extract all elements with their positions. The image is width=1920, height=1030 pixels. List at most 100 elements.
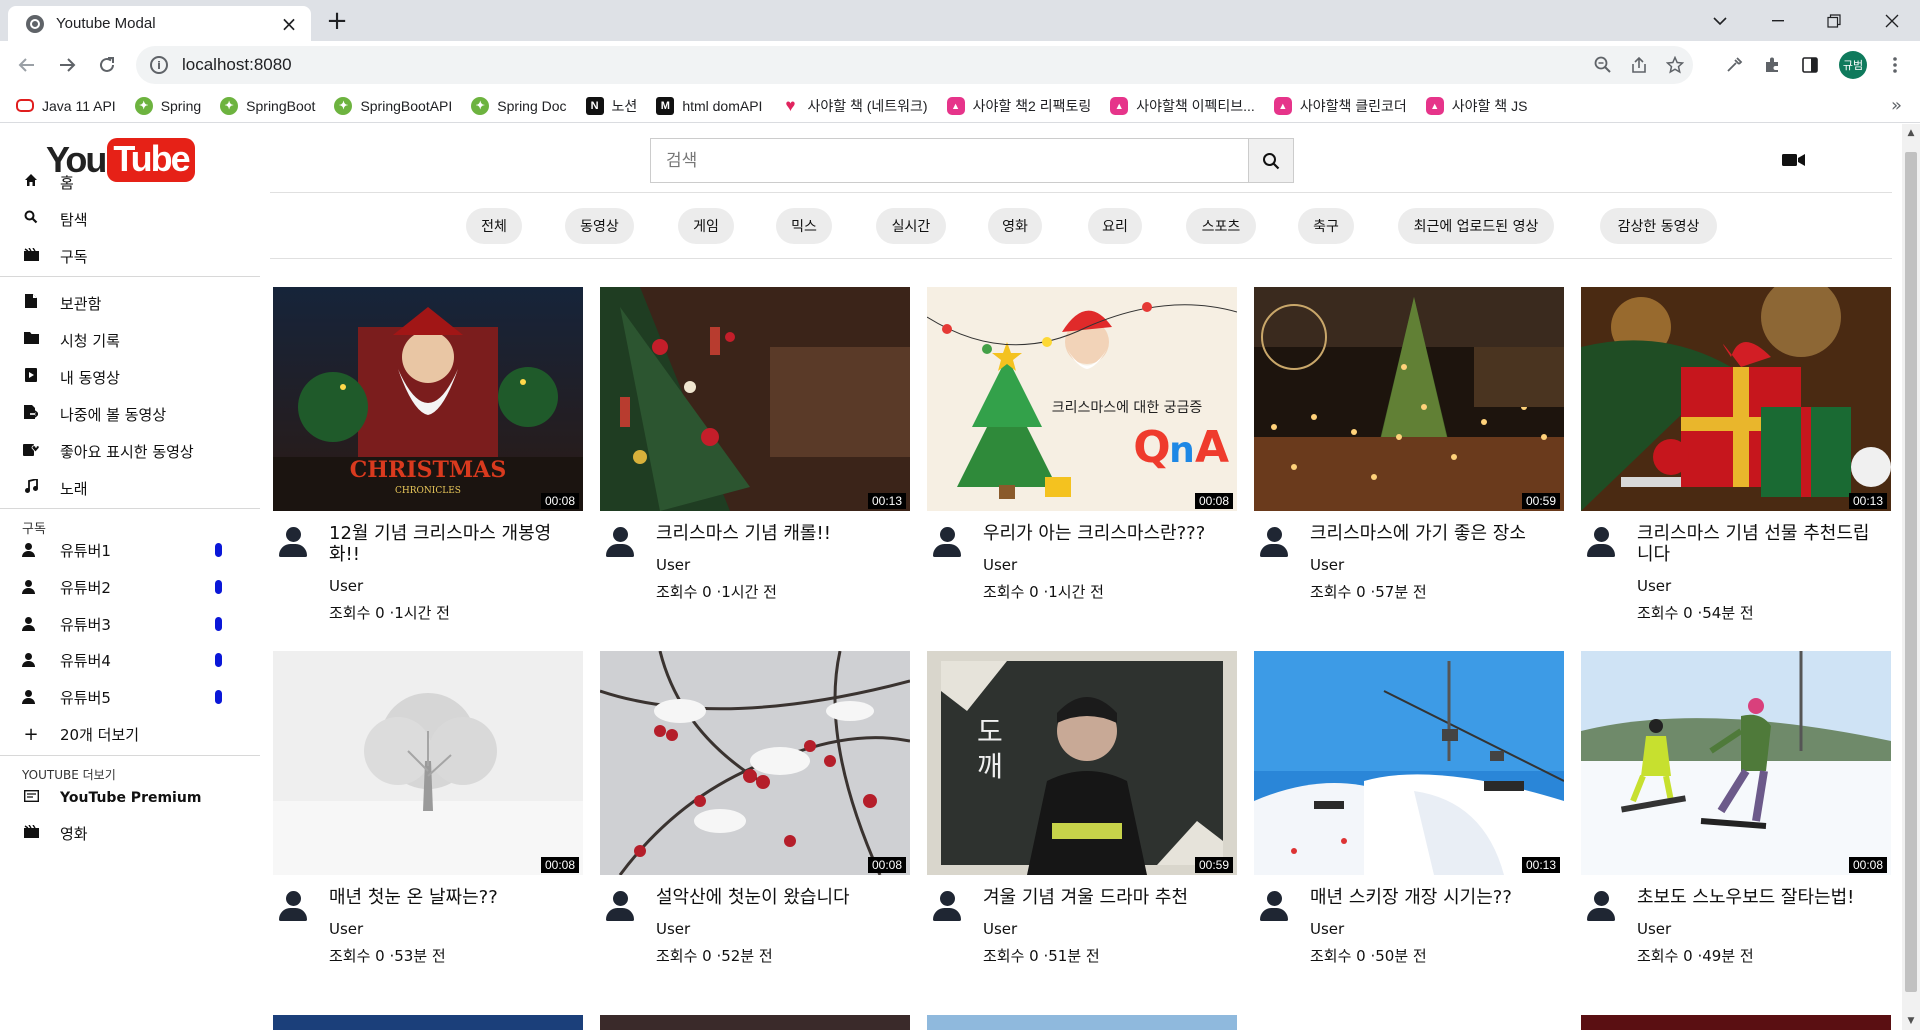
video-card[interactable]: 00:08 매년 첫눈 온 날짜는?? User 조회수 0 ·53분 전 bbox=[273, 651, 583, 966]
video-card[interactable]: 00:08 설악산에 첫눈이 왔습니다 User 조회수 0 ·52분 전 bbox=[600, 651, 910, 966]
bookmark-item[interactable]: Mhtml domAPI bbox=[656, 96, 762, 115]
channel-avatar-icon[interactable] bbox=[932, 527, 962, 559]
bookmark-item[interactable]: ▲ 사야할 책2 리팩토링 bbox=[946, 96, 1091, 116]
scroll-up-arrow-icon[interactable]: ▲ bbox=[1902, 124, 1920, 142]
video-card[interactable]: 크리스마스에 대한 궁금증 Qn A 00:08 우리가 아는 크리스마스란??? Use… bbox=[927, 287, 1237, 602]
bookmark-item[interactable]: ✦ Spring Doc bbox=[471, 96, 567, 115]
category-chip[interactable]: 요리 bbox=[1088, 208, 1142, 244]
video-thumbnail[interactable]: 도 깨 00:59 bbox=[927, 651, 1237, 875]
address-bar[interactable]: i localhost:8080 bbox=[136, 46, 1693, 84]
sidebar-item[interactable]: 영화 bbox=[0, 811, 262, 855]
channel-avatar-icon[interactable] bbox=[1259, 891, 1289, 923]
channel-avatar-icon[interactable] bbox=[605, 527, 635, 559]
channel-avatar-icon[interactable] bbox=[278, 891, 308, 923]
bookmark-item[interactable]: ▲ 사야할 책 JS bbox=[1425, 96, 1527, 116]
category-chip[interactable]: 동영상 bbox=[565, 208, 634, 244]
video-thumbnail-partial[interactable] bbox=[273, 1015, 583, 1030]
side-panel-icon[interactable] bbox=[1791, 46, 1829, 84]
channel-avatar-icon[interactable] bbox=[1586, 527, 1616, 559]
video-thumbnail-partial[interactable] bbox=[1254, 1015, 1564, 1030]
zoom-icon[interactable] bbox=[1585, 47, 1621, 83]
category-chip[interactable]: 축구 bbox=[1298, 208, 1354, 244]
channel-avatar-icon[interactable] bbox=[932, 891, 962, 923]
eyedropper-extension-icon[interactable] bbox=[1715, 46, 1753, 84]
category-chip[interactable]: 감상한 동영상 bbox=[1600, 208, 1717, 244]
bookmark-star-icon[interactable] bbox=[1657, 47, 1693, 83]
share-icon[interactable] bbox=[1621, 47, 1657, 83]
browser-tab[interactable]: Youtube Modal × bbox=[8, 6, 311, 41]
category-chip[interactable]: 실시간 bbox=[876, 208, 946, 244]
search-input[interactable] bbox=[650, 138, 1249, 183]
video-thumbnail[interactable]: 00:13 bbox=[1581, 287, 1891, 511]
channel-avatar-icon[interactable] bbox=[605, 891, 635, 923]
channel-avatar-icon[interactable] bbox=[1586, 891, 1616, 923]
more-bookmarks-icon[interactable]: » bbox=[1891, 95, 1902, 116]
bookmark-item[interactable]: ✦ Spring bbox=[134, 96, 201, 115]
site-info-icon[interactable]: i bbox=[150, 56, 168, 74]
video-thumbnail[interactable]: 00:08 bbox=[273, 651, 583, 875]
channel-name[interactable]: User bbox=[329, 577, 583, 595]
channel-name[interactable]: User bbox=[329, 920, 583, 938]
video-title[interactable]: 크리스마스에 가기 좋은 장소 bbox=[1310, 523, 1550, 544]
video-thumbnail-partial[interactable] bbox=[927, 1015, 1237, 1030]
channel-avatar-icon[interactable] bbox=[278, 527, 308, 559]
video-card[interactable]: 00:13 크리스마스 기념 선물 추천드립니다 User 조회수 0 ·54분 전 bbox=[1581, 287, 1891, 623]
browser-menu-icon[interactable] bbox=[1876, 46, 1914, 84]
video-card[interactable]: CHRISTMAS CHRONICLES 00:08 12월 기념 크리스마스 개봉영… bbox=[273, 287, 583, 623]
scroll-down-arrow-icon[interactable]: ▼ bbox=[1902, 1012, 1920, 1030]
channel-name[interactable]: User bbox=[1310, 556, 1564, 574]
bookmark-item[interactable]: Java 11 API bbox=[16, 98, 116, 114]
video-title[interactable]: 겨울 기념 겨울 드라마 추천 bbox=[983, 887, 1223, 908]
restore-button[interactable] bbox=[1806, 0, 1862, 41]
video-thumbnail[interactable]: 00:08 bbox=[1581, 651, 1891, 875]
new-tab-button[interactable]: + bbox=[320, 6, 354, 36]
video-title[interactable]: 크리스마스 기념 캐롤!! bbox=[656, 523, 896, 544]
sidebar-item[interactable]: 구독 bbox=[0, 234, 262, 278]
show-more-button[interactable]: +20개 더보기 bbox=[0, 712, 262, 756]
video-title[interactable]: 설악산에 첫눈이 왔습니다 bbox=[656, 887, 896, 908]
video-title[interactable]: 초보도 스노우보드 잘타는법! bbox=[1637, 887, 1877, 908]
reload-button[interactable] bbox=[91, 49, 123, 81]
scroll-thumb[interactable] bbox=[1905, 152, 1917, 992]
channel-name[interactable]: User bbox=[983, 920, 1237, 938]
close-window-button[interactable] bbox=[1864, 0, 1920, 41]
page-scrollbar[interactable]: ▲ ▼ bbox=[1902, 124, 1920, 1030]
channel-name[interactable]: User bbox=[983, 556, 1237, 574]
bookmark-item[interactable]: ▲ 사야할책 클린코더 bbox=[1273, 96, 1407, 116]
channel-name[interactable]: User bbox=[656, 920, 910, 938]
bookmark-item[interactable]: ✦ SpringBoot bbox=[220, 96, 315, 115]
category-chip[interactable]: 스포츠 bbox=[1186, 208, 1256, 244]
extensions-icon[interactable] bbox=[1753, 46, 1791, 84]
close-tab-icon[interactable]: × bbox=[277, 12, 301, 36]
channel-name[interactable]: User bbox=[1637, 577, 1891, 595]
channel-name[interactable]: User bbox=[1637, 920, 1891, 938]
video-thumbnail[interactable]: CHRISTMAS CHRONICLES 00:08 bbox=[273, 287, 583, 511]
url-text[interactable]: localhost:8080 bbox=[182, 55, 1585, 75]
profile-avatar[interactable]: 규범 bbox=[1834, 46, 1872, 84]
video-thumbnail[interactable]: 00:59 bbox=[1254, 287, 1564, 511]
video-thumbnail-partial[interactable] bbox=[1581, 1015, 1891, 1030]
category-chip[interactable]: 믹스 bbox=[776, 208, 832, 244]
channel-name[interactable]: User bbox=[1310, 920, 1564, 938]
bookmark-item[interactable]: ♥ 사야할 책 (네트워크) bbox=[781, 96, 927, 116]
video-card[interactable]: 00:13 매년 스키장 개장 시기는?? User 조회수 0 ·50분 전 bbox=[1254, 651, 1564, 966]
video-thumbnail-partial[interactable] bbox=[600, 1015, 910, 1030]
video-title[interactable]: 우리가 아는 크리스마스란??? bbox=[983, 523, 1223, 544]
video-card[interactable]: 00:08 초보도 스노우보드 잘타는법! User 조회수 0 ·49분 전 bbox=[1581, 651, 1891, 966]
sidebar-item[interactable]: 노래 bbox=[0, 466, 262, 510]
category-chip[interactable]: 전체 bbox=[466, 208, 522, 244]
category-chip[interactable]: 영화 bbox=[988, 208, 1042, 244]
video-card[interactable]: 도 깨 00:59 겨울 기념 겨울 드라마 추천 User 조회수 0 ·51분 전 bbox=[927, 651, 1237, 966]
channel-avatar-icon[interactable] bbox=[1259, 527, 1289, 559]
video-thumbnail[interactable]: 크리스마스에 대한 궁금증 Qn A 00:08 bbox=[927, 287, 1237, 511]
category-chip[interactable]: 게임 bbox=[678, 208, 734, 244]
video-thumbnail[interactable]: 00:13 bbox=[1254, 651, 1564, 875]
video-title[interactable]: 매년 스키장 개장 시기는?? bbox=[1310, 887, 1550, 908]
bookmark-item[interactable]: ✦ SpringBootAPI bbox=[334, 96, 452, 115]
video-card[interactable]: 00:13 크리스마스 기념 캐롤!! User 조회수 0 ·1시간 전 bbox=[600, 287, 910, 602]
video-card[interactable]: 00:59 크리스마스에 가기 좋은 장소 User 조회수 0 ·57분 전 bbox=[1254, 287, 1564, 602]
forward-button[interactable] bbox=[51, 49, 83, 81]
bookmark-item[interactable]: N 노션 bbox=[585, 96, 637, 116]
back-button[interactable] bbox=[11, 49, 43, 81]
search-button[interactable] bbox=[1248, 138, 1294, 183]
